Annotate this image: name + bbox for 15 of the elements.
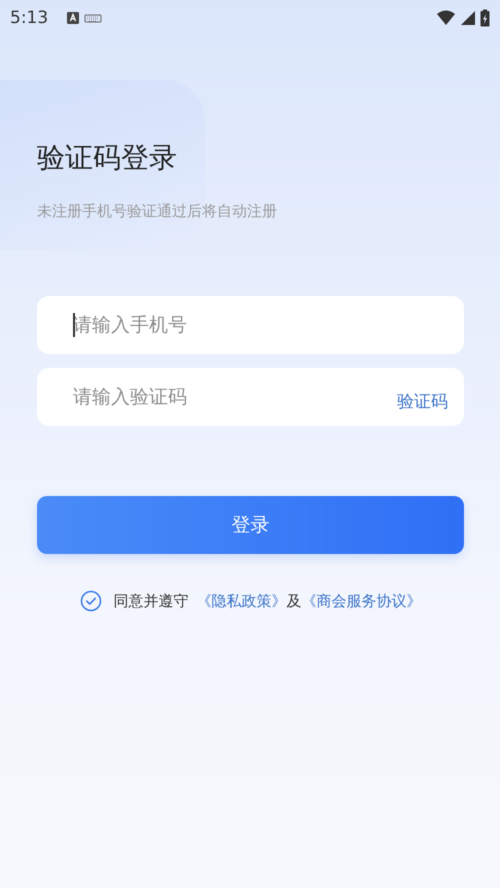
page-subtitle: 未注册手机号验证通过后将自动注册	[37, 201, 278, 222]
agreement-link[interactable]: 《隐私政策》	[196, 592, 286, 610]
login-button[interactable]: 登录	[37, 496, 464, 554]
app-icon	[66, 11, 80, 25]
battery-icon	[480, 9, 490, 27]
agree-checkbox[interactable]	[80, 590, 102, 612]
agreement-text: 同意并遵守 《隐私政策》及《商会服务协议》	[114, 592, 422, 610]
keyboard-icon	[84, 13, 102, 23]
status-time: 5:13	[10, 8, 48, 28]
signal-icon	[460, 10, 476, 26]
get-code-button[interactable]: 验证码	[397, 386, 448, 417]
page-title: 验证码登录	[37, 140, 178, 176]
phone-input-field[interactable]: 请输入手机号	[37, 296, 464, 354]
agreement-link[interactable]: 《商会服务协议》	[302, 592, 422, 610]
wifi-icon	[436, 10, 456, 26]
